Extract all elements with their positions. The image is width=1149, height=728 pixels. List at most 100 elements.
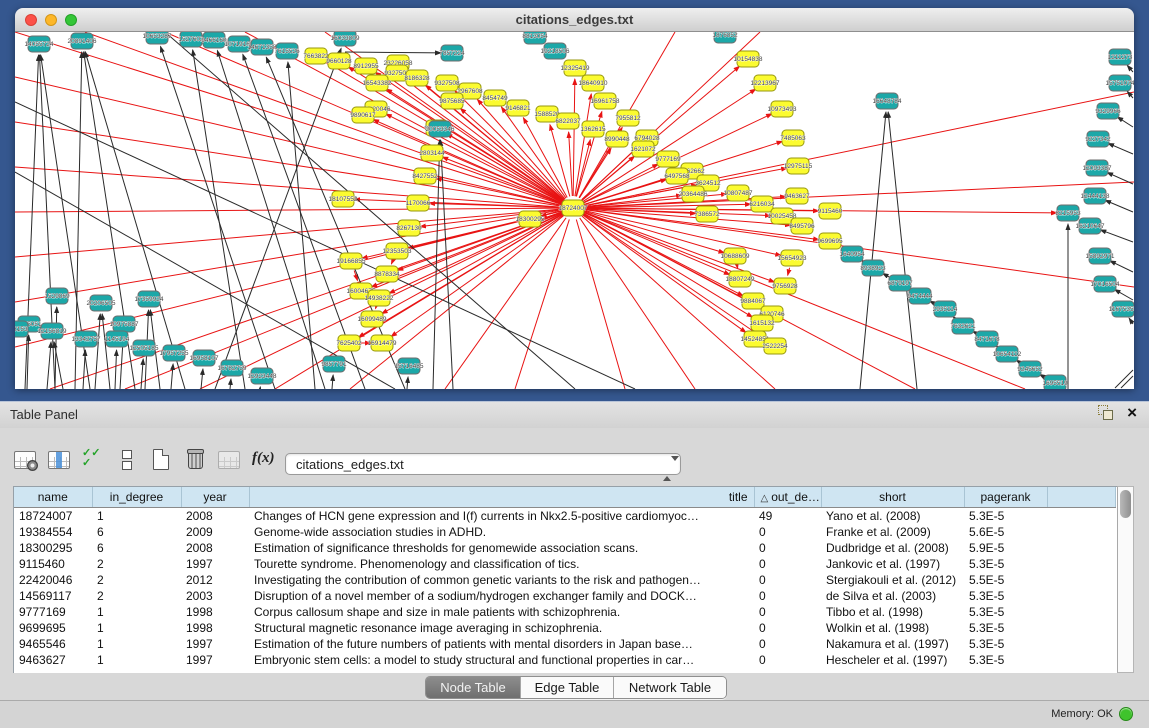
- table-vertical-scrollbar[interactable]: [1117, 486, 1134, 673]
- graph-node[interactable]: 7632621: [950, 318, 976, 334]
- graph-node[interactable]: 1529869: [44, 288, 70, 304]
- toggle-rows-icon[interactable]: [114, 446, 140, 472]
- show-columns-icon[interactable]: [46, 446, 72, 472]
- graph-node[interactable]: 1640954: [839, 246, 865, 262]
- function-builder-icon[interactable]: f(x): [250, 446, 276, 472]
- graph-node[interactable]: 8495796: [789, 218, 815, 234]
- tab-node-table[interactable]: Node Table: [426, 677, 521, 698]
- graph-node[interactable]: 1621072: [630, 141, 656, 157]
- graph-node[interactable]: 8938923: [860, 260, 886, 276]
- graph-node[interactable]: 2522254: [762, 338, 788, 354]
- graph-node[interactable]: 20206505: [87, 295, 116, 311]
- graph-node[interactable]: 15892971: [1086, 248, 1115, 264]
- graph-node[interactable]: 8878334: [374, 266, 400, 282]
- scrollbar-thumb[interactable]: [1120, 490, 1131, 518]
- graph-node[interactable]: 9474444: [907, 288, 933, 304]
- graph-node[interactable]: 1211273: [1108, 49, 1133, 65]
- graph-node[interactable]: 17359924: [135, 291, 164, 307]
- graph-node[interactable]: 18640910: [579, 75, 608, 91]
- graph-node[interactable]: 8813054: [522, 32, 548, 44]
- table-row[interactable]: 1456911722003Disruption of a novel membe…: [14, 588, 1116, 604]
- graph-node[interactable]: 7663822: [303, 48, 329, 64]
- tab-network-table[interactable]: Network Table: [614, 677, 726, 698]
- graph-node[interactable]: 12213967: [751, 75, 780, 91]
- graph-node[interactable]: 1615132: [749, 315, 775, 331]
- graph-node[interactable]: 9463627: [784, 188, 810, 204]
- graph-node[interactable]: 6497568: [664, 168, 690, 184]
- graph-node[interactable]: 10653287: [143, 32, 172, 44]
- window-titlebar[interactable]: citations_edges.txt: [15, 8, 1134, 32]
- graph-node[interactable]: 9756928: [772, 278, 798, 294]
- graph-node[interactable]: 15751074: [1106, 75, 1134, 91]
- graph-node[interactable]: 20053346: [426, 121, 455, 137]
- graph-node[interactable]: 9777169: [655, 151, 681, 167]
- graph-node[interactable]: 9890617: [350, 107, 376, 123]
- graph-node[interactable]: 12975115: [784, 158, 813, 174]
- table-row[interactable]: 2242004622012Investigating the contribut…: [14, 572, 1116, 588]
- graph-node[interactable]: 12444138: [1081, 188, 1110, 204]
- graph-node[interactable]: 12093387: [1083, 160, 1112, 176]
- graph-node[interactable]: 16961758: [591, 93, 620, 109]
- graph-node[interactable]: 17016504: [1091, 276, 1120, 292]
- graph-node[interactable]: 6216034: [749, 196, 775, 212]
- graph-node[interactable]: 18107552: [329, 191, 358, 207]
- graph-node[interactable]: 1362615: [580, 121, 606, 137]
- graph-node[interactable]: 18807249: [726, 271, 755, 287]
- table-row[interactable]: 946554611997Estimation of the future num…: [14, 636, 1116, 652]
- graph-node[interactable]: 18724007: [559, 200, 588, 216]
- graph-node[interactable]: 16543382: [363, 75, 392, 91]
- graph-node[interactable]: 16958107: [190, 350, 219, 366]
- select-columns-icon[interactable]: ✓✓✓: [80, 446, 106, 472]
- graph-node[interactable]: 16099489: [358, 311, 387, 327]
- table-row[interactable]: 911546021997Tourette syndrome. Phenomeno…: [14, 556, 1116, 572]
- graph-node[interactable]: 10973493: [768, 101, 797, 117]
- graph-node[interactable]: 12156819: [38, 323, 67, 339]
- graph-node[interactable]: 14055724: [25, 36, 54, 52]
- graph-node[interactable]: 8912955: [353, 58, 379, 74]
- delete-table-icon[interactable]: [182, 446, 208, 472]
- tab-edge-table[interactable]: Edge Table: [521, 677, 614, 698]
- graph-node[interactable]: 10154838: [734, 51, 763, 67]
- graph-node[interactable]: 7485063: [780, 130, 806, 146]
- graph-node[interactable]: 9327508: [434, 75, 460, 91]
- graph-node[interactable]: 1145194: [105, 331, 130, 347]
- graph-node[interactable]: 1695519: [1042, 375, 1068, 389]
- graph-node[interactable]: 9857791: [321, 356, 347, 372]
- graph-node[interactable]: 9146821: [505, 100, 531, 116]
- graph-node[interactable]: 14671358: [248, 39, 277, 55]
- graph-node[interactable]: 6822037: [555, 113, 581, 129]
- column-header-title[interactable]: title: [249, 487, 754, 508]
- graph-node[interactable]: 8471678: [974, 331, 1000, 347]
- column-header-short[interactable]: short: [821, 487, 964, 508]
- graph-node[interactable]: 9115460: [818, 203, 843, 219]
- graph-node[interactable]: 12325419: [561, 60, 590, 76]
- table-settings-icon[interactable]: [12, 446, 38, 472]
- graph-node[interactable]: 8215953: [1055, 205, 1081, 221]
- graph-node[interactable]: 16914479: [368, 335, 397, 351]
- graph-node[interactable]: 10688609: [721, 248, 750, 264]
- graph-node[interactable]: 8427552: [412, 168, 438, 184]
- graph-node[interactable]: 19166855: [337, 253, 366, 269]
- graph-node[interactable]: 9660128: [326, 53, 352, 69]
- table-row[interactable]: 1830029562008Estimation of significance …: [14, 540, 1116, 556]
- table-row[interactable]: 1872400712008Changes of HCN gene express…: [14, 508, 1116, 525]
- graph-node[interactable]: 12923448: [248, 368, 277, 384]
- graph-node[interactable]: 1876852: [712, 32, 738, 43]
- column-header-in_degree[interactable]: in_degree: [92, 487, 181, 508]
- graph-node[interactable]: 9329966: [1095, 103, 1121, 119]
- column-header-out_de[interactable]: △out_de…: [754, 487, 821, 508]
- table-source-dropdown[interactable]: citations_edges.txt: [285, 453, 681, 475]
- graph-node[interactable]: 16033809: [331, 32, 360, 46]
- graph-node[interactable]: 8186328: [404, 70, 430, 86]
- graph-node[interactable]: 18300295: [516, 211, 545, 227]
- network-graph-canvas[interactable]: 1872400776638229660128891295523226058932…: [15, 32, 1134, 389]
- graph-node[interactable]: 9875685: [439, 93, 465, 109]
- graph-node[interactable]: 8454749: [482, 90, 508, 106]
- graph-node[interactable]: 12505185: [130, 340, 159, 356]
- table-row[interactable]: 1938455462009Genome-wide association stu…: [14, 524, 1116, 540]
- graph-node[interactable]: 11675358: [1109, 301, 1134, 317]
- graph-node[interactable]: 16648784: [873, 93, 902, 109]
- table-row[interactable]: 946362711997Embryonic stem cells: a mode…: [14, 652, 1116, 668]
- graph-node[interactable]: 17957255: [160, 345, 189, 361]
- graph-node[interactable]: 8267130: [396, 220, 422, 236]
